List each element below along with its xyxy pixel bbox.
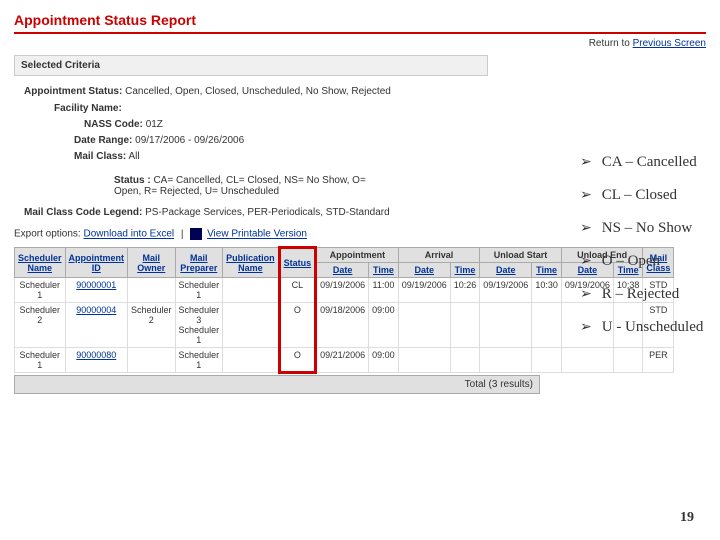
bullet-arrow-icon: ➢ bbox=[580, 252, 592, 268]
export-excel-link[interactable]: Download into Excel bbox=[84, 229, 175, 240]
cell-status: O bbox=[279, 348, 316, 373]
cell-publication bbox=[223, 348, 280, 373]
col-arr-date[interactable]: Date bbox=[398, 263, 450, 278]
cell-appt-date: 09/18/2006 bbox=[316, 303, 369, 348]
criteria-label: Mail Class Code Legend: bbox=[24, 207, 142, 218]
bullet-arrow-icon: ➢ bbox=[580, 153, 592, 169]
total-bar: Total (3 results) bbox=[14, 375, 540, 394]
legend-item: ➢O – Open bbox=[580, 244, 703, 277]
criteria-value: All bbox=[128, 151, 139, 162]
cell-appt-date: 09/21/2006 bbox=[316, 348, 369, 373]
bullet-arrow-icon: ➢ bbox=[580, 285, 592, 301]
criteria-appt-status: Appointment Status: Cancelled, Open, Clo… bbox=[24, 86, 706, 97]
return-link-row: Return to Previous Screen bbox=[14, 38, 706, 49]
cell-mail-preparer: Scheduler 1 bbox=[175, 278, 223, 303]
view-printable-link[interactable]: View Printable Version bbox=[207, 229, 307, 240]
cell-appt-id[interactable]: 90000080 bbox=[65, 348, 128, 373]
criteria-nass: NASS Code: 01Z bbox=[84, 117, 706, 133]
cell-us-date: 09/19/2006 bbox=[480, 278, 532, 303]
cell-us-time bbox=[532, 348, 562, 373]
criteria-label: Mail Class: bbox=[74, 151, 126, 162]
col-appt-date[interactable]: Date bbox=[316, 263, 369, 278]
bullet-arrow-icon: ➢ bbox=[580, 186, 592, 202]
col-appt-time[interactable]: Time bbox=[369, 263, 399, 278]
col-scheduler[interactable]: Scheduler Name bbox=[15, 248, 66, 278]
criteria-value: Cancelled, Open, Closed, Unscheduled, No… bbox=[125, 86, 391, 97]
col-mail-preparer[interactable]: Mail Preparer bbox=[175, 248, 223, 278]
cell-arr-date bbox=[398, 348, 450, 373]
export-label: Export options: bbox=[14, 229, 81, 240]
cell-ue-time bbox=[613, 348, 643, 373]
col-us-date[interactable]: Date bbox=[480, 263, 532, 278]
cell-arr-time: 10:26 bbox=[450, 278, 480, 303]
criteria-label: Appointment Status: bbox=[24, 86, 122, 97]
criteria-facility: Facility Name: bbox=[54, 101, 706, 117]
cell-us-date bbox=[480, 303, 532, 348]
criteria-label: Facility Name: bbox=[54, 103, 122, 114]
legend-item: ➢U - Unscheduled bbox=[580, 310, 703, 343]
criteria-label: NASS Code: bbox=[84, 119, 143, 130]
cell-arr-time bbox=[450, 303, 480, 348]
col-appointment: Appointment bbox=[316, 248, 399, 263]
legend-item: ➢R – Rejected bbox=[580, 277, 703, 310]
legend-item: ➢CA – Cancelled bbox=[580, 145, 703, 178]
col-arrival: Arrival bbox=[398, 248, 480, 263]
cell-appt-time: 11:00 bbox=[369, 278, 399, 303]
cell-ue-date bbox=[561, 348, 613, 373]
cell-appt-date: 09/19/2006 bbox=[316, 278, 369, 303]
cell-appt-id[interactable]: 90000001 bbox=[65, 278, 128, 303]
page-title: Appointment Status Report bbox=[14, 12, 706, 34]
cell-mail-owner: Scheduler 2 bbox=[128, 303, 176, 348]
cell-mail-class: PER bbox=[643, 348, 674, 373]
cell-publication bbox=[223, 303, 280, 348]
cell-arr-date: 09/19/2006 bbox=[398, 278, 450, 303]
cell-status: CL bbox=[279, 278, 316, 303]
return-link-prefix: Return to bbox=[589, 38, 633, 49]
col-status[interactable]: Status bbox=[279, 248, 316, 278]
col-publication[interactable]: Publication Name bbox=[223, 248, 280, 278]
criteria-value: 09/17/2006 - 09/26/2006 bbox=[135, 135, 244, 146]
cell-publication bbox=[223, 278, 280, 303]
cell-status: O bbox=[279, 303, 316, 348]
status-legend-list: ➢CA – Cancelled➢CL – Closed➢NS – No Show… bbox=[540, 145, 703, 343]
bullet-arrow-icon: ➢ bbox=[580, 318, 592, 334]
cell-scheduler: Scheduler 2 bbox=[15, 303, 66, 348]
cell-scheduler: Scheduler 1 bbox=[15, 348, 66, 373]
legend-item: ➢NS – No Show bbox=[580, 211, 703, 244]
cell-scheduler: Scheduler 1 bbox=[15, 278, 66, 303]
col-arr-time[interactable]: Time bbox=[450, 263, 480, 278]
separator: | bbox=[177, 229, 188, 240]
criteria-value: PS-Package Services, PER-Periodicals, ST… bbox=[145, 207, 390, 218]
print-icon bbox=[190, 228, 202, 240]
criteria-value: 01Z bbox=[146, 119, 163, 130]
selected-criteria-header: Selected Criteria bbox=[14, 55, 488, 76]
legend-item: ➢CL – Closed bbox=[580, 178, 703, 211]
criteria-label: Date Range: bbox=[74, 135, 132, 146]
col-appt-id[interactable]: Appointment ID bbox=[65, 248, 128, 278]
cell-us-date bbox=[480, 348, 532, 373]
cell-arr-date bbox=[398, 303, 450, 348]
cell-appt-time: 09:00 bbox=[369, 348, 399, 373]
bullet-arrow-icon: ➢ bbox=[580, 219, 592, 235]
page-number: 19 bbox=[680, 510, 694, 526]
cell-mail-preparer: Scheduler 3 Scheduler 1 bbox=[175, 303, 223, 348]
col-mail-owner[interactable]: Mail Owner bbox=[128, 248, 176, 278]
cell-appt-time: 09:00 bbox=[369, 303, 399, 348]
cell-mail-owner bbox=[128, 278, 176, 303]
cell-arr-time bbox=[450, 348, 480, 373]
cell-mail-preparer: Scheduler 1 bbox=[175, 348, 223, 373]
cell-appt-id[interactable]: 90000004 bbox=[65, 303, 128, 348]
criteria-value: CA= Cancelled, CL= Closed, NS= No Show, … bbox=[114, 175, 366, 197]
table-row: Scheduler 190000080Scheduler 1O09/21/200… bbox=[15, 348, 674, 373]
criteria-label: Status : bbox=[114, 175, 151, 186]
return-link[interactable]: Previous Screen bbox=[633, 38, 706, 49]
criteria-status-codes: Status : CA= Cancelled, CL= Closed, NS= … bbox=[114, 175, 394, 197]
cell-mail-owner bbox=[128, 348, 176, 373]
